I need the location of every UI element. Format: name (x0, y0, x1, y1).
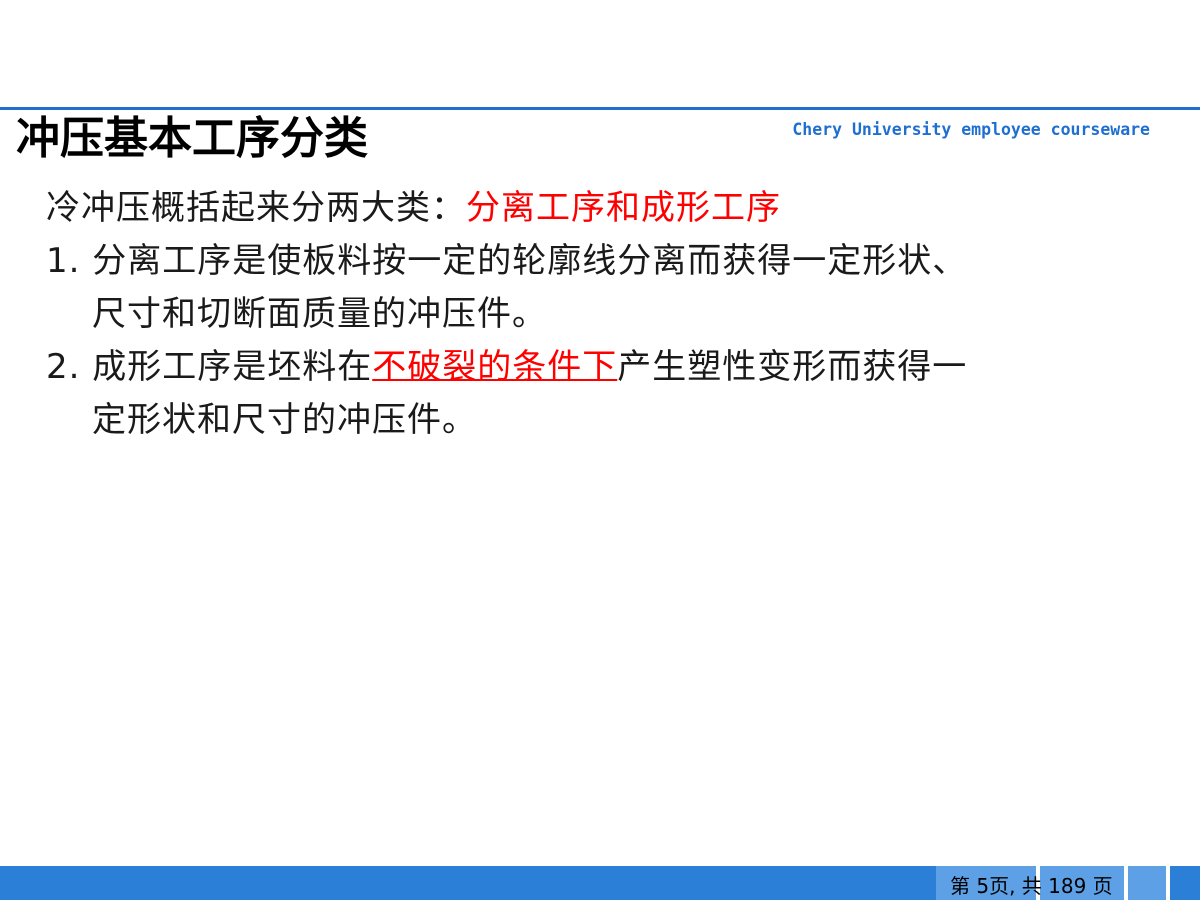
brand-text: Chery University employee courseware (792, 120, 1150, 139)
intro-line: 冷冲压概括起来分两大类：分离工序和成形工序 (46, 182, 1156, 235)
item1-line1: 1. 分离工序是使板料按一定的轮廓线分离而获得一定形状、 (46, 241, 968, 281)
item1-line2: 尺寸和切断面质量的冲压件。 (92, 294, 547, 334)
item2-prefix: 2. 成形工序是坯料在 (46, 347, 373, 387)
footer-separator-3 (1166, 866, 1170, 900)
item2-line2: 定形状和尺寸的冲压件。 (92, 400, 477, 440)
item2-highlight: 不破裂的条件下 (372, 347, 618, 387)
slide-body: 冷冲压概括起来分两大类：分离工序和成形工序 1. 分离工序是使板料按一定的轮廓线… (46, 182, 1156, 447)
intro-highlight: 分离工序和成形工序 (466, 188, 781, 228)
slide-title: 冲压基本工序分类 (16, 113, 368, 164)
item2-line1: 2. 成形工序是坯料在不破裂的条件下产生塑性变形而获得一 (46, 341, 1156, 394)
page-indicator: 第 5页, 共 189 页 (950, 874, 1113, 898)
header-rule (0, 107, 1200, 110)
item2-suffix: 产生塑性变形而获得一 (617, 347, 968, 387)
intro-prefix: 冷冲压概括起来分两大类： (46, 188, 466, 228)
footer-block-3 (1128, 866, 1166, 900)
